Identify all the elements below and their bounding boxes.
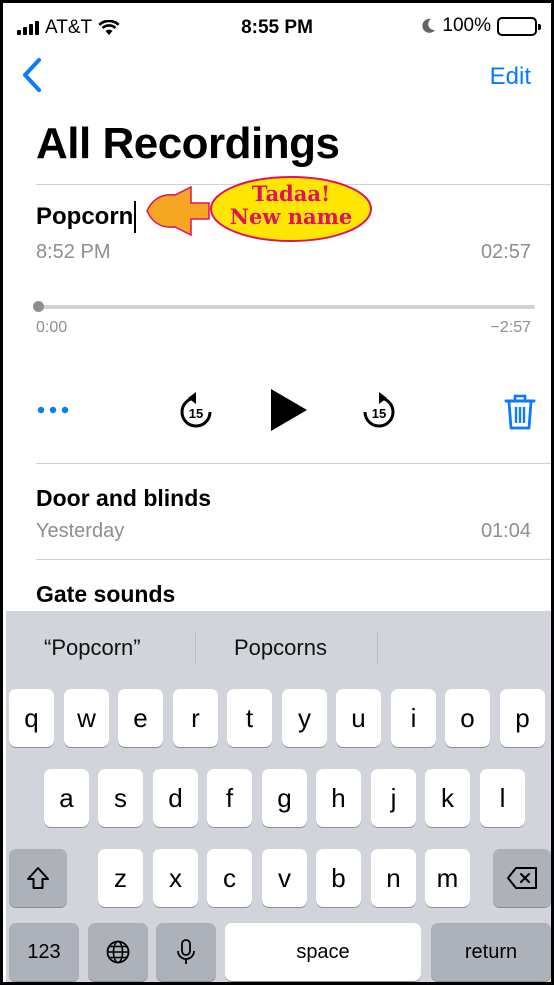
delete-button[interactable] (503, 393, 537, 431)
suggestion-item[interactable]: Popcorns (234, 635, 327, 661)
suggestion-divider (195, 631, 196, 665)
keyboard: “Popcorn” Popcorns q w e r t y u i o p a… (6, 611, 551, 982)
shift-icon (27, 867, 49, 889)
skip-back-seconds: 15 (189, 406, 203, 421)
skip-forward-button[interactable]: 15 (360, 391, 398, 431)
recording-title[interactable]: Door and blinds (36, 485, 211, 512)
key-n[interactable]: n (371, 849, 416, 907)
key-u[interactable]: u (336, 689, 381, 747)
key-p[interactable]: p (500, 689, 545, 747)
key-d[interactable]: d (153, 769, 198, 827)
recording-title[interactable]: Gate sounds (36, 581, 175, 608)
recording-time: Yesterday (36, 520, 125, 542)
scrubber-handle[interactable] (33, 301, 44, 312)
play-icon (271, 389, 307, 431)
skip-back-15-icon: 15 (180, 392, 212, 428)
annotation-callout: Tadaa! New name (146, 176, 372, 242)
remaining-time: −2:57 (490, 319, 531, 336)
chevron-left-icon (23, 58, 41, 92)
divider (36, 463, 551, 464)
key-c[interactable]: c (207, 849, 252, 907)
key-l[interactable]: l (480, 769, 525, 827)
status-right: 100% (422, 15, 541, 37)
key-k[interactable]: k (425, 769, 470, 827)
page-title: All Recordings (36, 119, 340, 168)
recording-duration: 02:57 (480, 241, 531, 263)
recording-duration: 01:04 (480, 520, 531, 542)
screen: AT&T 8:55 PM 100% Edit All Recordings Po… (0, 0, 554, 985)
key-o[interactable]: o (445, 689, 490, 747)
annotation-line1: Tadaa! (252, 181, 330, 206)
text-cursor (134, 201, 137, 233)
key-a[interactable]: a (44, 769, 89, 827)
shift-key[interactable] (9, 849, 67, 907)
space-key[interactable]: space (225, 923, 421, 981)
globe-icon (106, 940, 130, 964)
edit-button[interactable]: Edit (490, 63, 531, 91)
moon-icon (422, 18, 436, 33)
key-z[interactable]: z (98, 849, 143, 907)
key-w[interactable]: w (64, 689, 109, 747)
key-v[interactable]: v (262, 849, 307, 907)
key-y[interactable]: y (282, 689, 327, 747)
key-x[interactable]: x (153, 849, 198, 907)
key-m[interactable]: m (425, 849, 470, 907)
battery-icon (497, 16, 541, 36)
playback-scrubber[interactable] (39, 305, 535, 309)
dictation-key[interactable] (156, 923, 216, 981)
annotation-arrow (146, 185, 210, 237)
key-q[interactable]: q (9, 689, 54, 747)
recording-name[interactable]: Popcorn (36, 203, 133, 231)
elapsed-time: 0:00 (36, 319, 68, 336)
back-button[interactable] (19, 57, 53, 97)
globe-key[interactable] (88, 923, 148, 981)
key-g[interactable]: g (262, 769, 307, 827)
key-h[interactable]: h (316, 769, 361, 827)
recording-name-field[interactable]: Popcorn (36, 201, 137, 233)
play-button[interactable] (269, 387, 309, 433)
key-s[interactable]: s (98, 769, 143, 827)
key-t[interactable]: t (227, 689, 272, 747)
skip-back-button[interactable]: 15 (177, 391, 215, 431)
key-r[interactable]: r (173, 689, 218, 747)
microphone-icon (177, 939, 195, 964)
numbers-key[interactable]: 123 (9, 923, 79, 981)
key-e[interactable]: e (118, 689, 163, 747)
trash-icon (504, 394, 536, 430)
suggestion-bar: “Popcorn” Popcorns (6, 611, 551, 687)
navigation-bar: Edit (3, 55, 551, 99)
annotation-line2: New name (230, 204, 352, 229)
backspace-icon (507, 867, 537, 889)
key-i[interactable]: i (391, 689, 436, 747)
status-bar: AT&T 8:55 PM 100% (3, 3, 551, 47)
battery-percent: 100% (442, 15, 491, 36)
key-f[interactable]: f (207, 769, 252, 827)
delete-key[interactable] (493, 849, 551, 907)
key-j[interactable]: j (371, 769, 416, 827)
key-b[interactable]: b (316, 849, 361, 907)
more-button[interactable] (36, 395, 76, 425)
suggestion-divider (377, 631, 378, 665)
return-key[interactable]: return (431, 923, 551, 981)
more-icon (37, 406, 69, 414)
skip-forward-15-icon: 15 (363, 392, 395, 428)
recording-time: 8:52 PM (36, 241, 111, 263)
suggestion-item[interactable]: “Popcorn” (44, 635, 141, 661)
skip-forward-seconds: 15 (372, 406, 386, 421)
divider (36, 559, 551, 560)
